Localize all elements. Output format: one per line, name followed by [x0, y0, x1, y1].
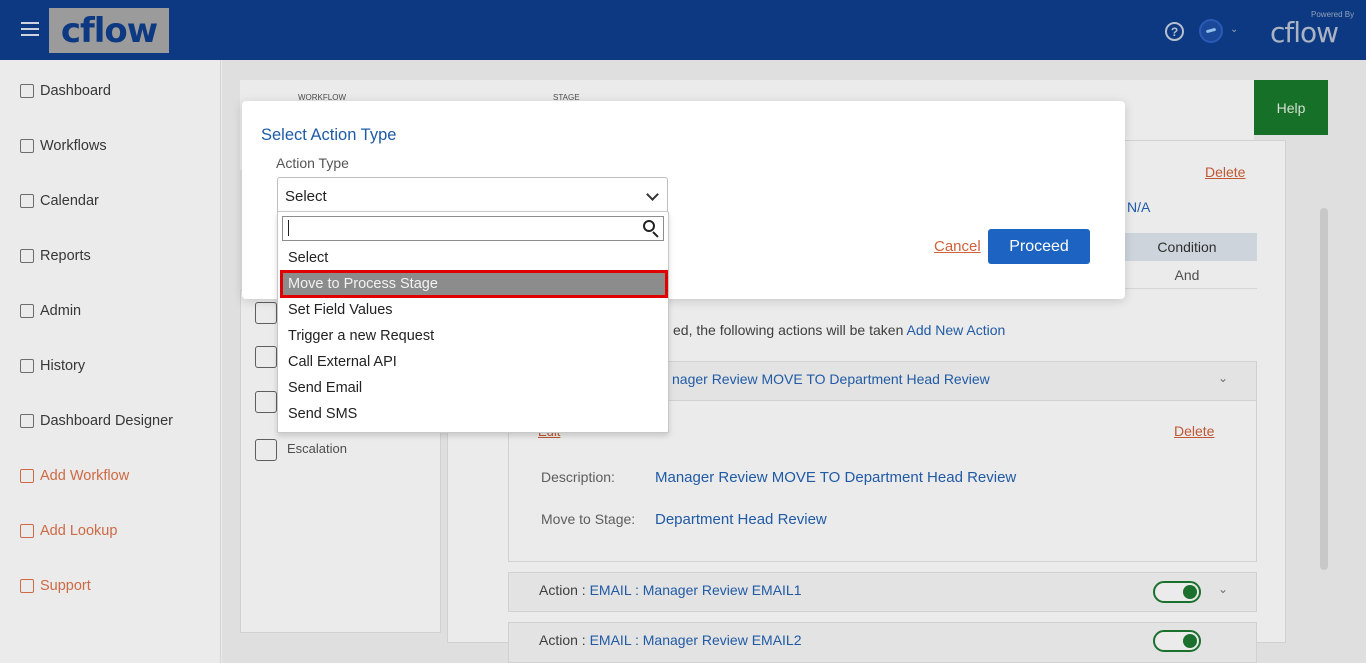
cancel-link[interactable]: Cancel: [934, 238, 981, 255]
dropdown-search-input[interactable]: [282, 216, 664, 241]
option-set-field-values[interactable]: Set Field Values: [282, 298, 666, 322]
action-type-selected: Select: [285, 188, 327, 205]
text-cursor: [288, 220, 289, 236]
option-send-email[interactable]: Send Email: [282, 376, 666, 400]
proceed-button[interactable]: Proceed: [988, 229, 1090, 264]
option-call-external-api[interactable]: Call External API: [282, 350, 666, 374]
action-type-label: Action Type: [276, 155, 349, 171]
option-trigger-new-request[interactable]: Trigger a new Request: [282, 324, 666, 348]
option-send-sms[interactable]: Send SMS: [282, 402, 666, 426]
action-type-select[interactable]: [277, 177, 668, 215]
modal-overlay[interactable]: [0, 0, 1366, 663]
option-move-to-process-stage[interactable]: Move to Process Stage: [280, 270, 668, 298]
modal-title: Select Action Type: [261, 126, 397, 144]
option-select[interactable]: Select: [282, 246, 666, 270]
search-icon[interactable]: [642, 219, 660, 238]
